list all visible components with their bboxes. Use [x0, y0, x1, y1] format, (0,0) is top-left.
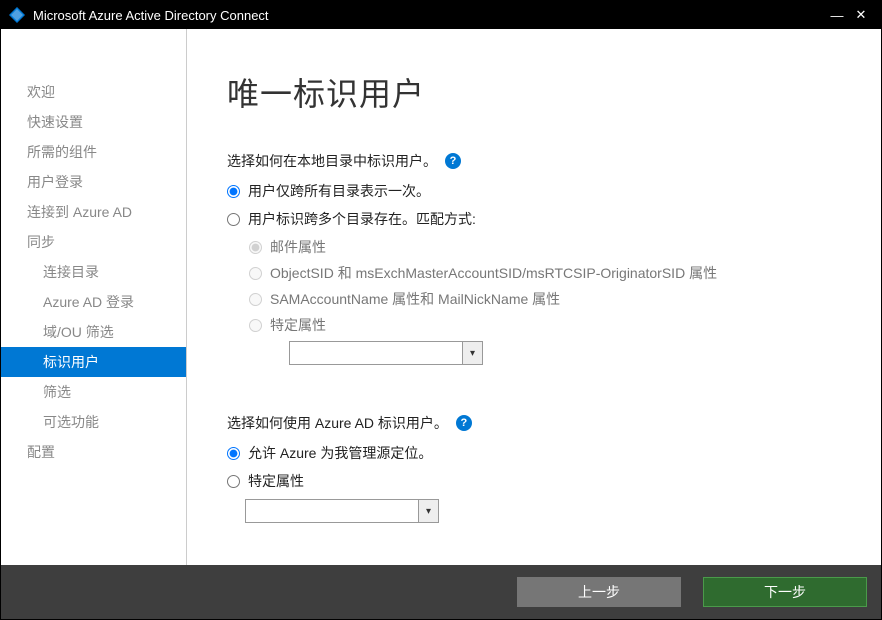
footer: 上一步 下一步	[1, 565, 881, 619]
radio-specific-attr-2[interactable]: 特定属性	[227, 471, 841, 491]
radio-mail-attr: 邮件属性	[249, 237, 841, 257]
radio-specific-attr-2-label: 特定属性	[248, 471, 304, 491]
help-icon[interactable]: ?	[445, 153, 461, 169]
nav-sync[interactable]: 同步	[1, 227, 186, 257]
window: Microsoft Azure Active Directory Connect…	[0, 0, 882, 620]
titlebar: Microsoft Azure Active Directory Connect…	[1, 1, 881, 29]
radio-allow-azure[interactable]: 允许 Azure 为我管理源定位。	[227, 443, 841, 463]
match-sub-options: 邮件属性 ObjectSID 和 msExchMasterAccountSID/…	[227, 237, 841, 365]
radio-samaccount-input	[249, 293, 262, 306]
radio-specific-attr-1-input	[249, 319, 262, 332]
body: 欢迎 快速设置 所需的组件 用户登录 连接到 Azure AD 同步 连接目录 …	[1, 29, 881, 565]
radio-users-multi[interactable]: 用户标识跨多个目录存在。匹配方式:	[227, 209, 841, 229]
sidebar: 欢迎 快速设置 所需的组件 用户登录 连接到 Azure AD 同步 连接目录 …	[1, 29, 187, 565]
radio-objectsid: ObjectSID 和 msExchMasterAccountSID/msRTC…	[249, 263, 841, 283]
chevron-down-icon: ▾	[418, 500, 438, 522]
nav-user-signin[interactable]: 用户登录	[1, 167, 186, 197]
section1-label: 选择如何在本地目录中标识用户。 ?	[227, 151, 841, 171]
radio-specific-attr-1: 特定属性	[249, 315, 841, 335]
section1-text: 选择如何在本地目录中标识用户。	[227, 151, 437, 171]
nav-configure[interactable]: 配置	[1, 437, 186, 467]
previous-button[interactable]: 上一步	[517, 577, 681, 607]
radio-objectsid-input	[249, 267, 262, 280]
nav-optional-features[interactable]: 可选功能	[1, 407, 186, 437]
radio-users-once-input[interactable]	[227, 185, 240, 198]
minimize-button[interactable]: —	[825, 8, 849, 23]
next-button[interactable]: 下一步	[703, 577, 867, 607]
nav-express[interactable]: 快速设置	[1, 107, 186, 137]
nav-filter[interactable]: 筛选	[1, 377, 186, 407]
nav-identify-users[interactable]: 标识用户	[1, 347, 186, 377]
section2-label: 选择如何使用 Azure AD 标识用户。 ?	[227, 413, 841, 433]
close-button[interactable]: ✕	[849, 7, 873, 23]
azure-logo-icon	[9, 7, 25, 23]
specific-attr-2-dropdown: ▾	[245, 499, 439, 523]
nav-azure-ad-signin[interactable]: Azure AD 登录	[1, 287, 186, 317]
radio-users-once-label: 用户仅跨所有目录表示一次。	[248, 181, 430, 201]
radio-objectsid-label: ObjectSID 和 msExchMasterAccountSID/msRTC…	[270, 263, 717, 283]
radio-mail-attr-label: 邮件属性	[270, 237, 326, 257]
radio-specific-attr-1-label: 特定属性	[270, 315, 326, 335]
radio-specific-attr-2-input[interactable]	[227, 475, 240, 488]
radio-mail-attr-input	[249, 241, 262, 254]
main-content: 唯一标识用户 选择如何在本地目录中标识用户。 ? 用户仅跨所有目录表示一次。 用…	[187, 29, 881, 565]
specific-attr-1-dropdown: ▾	[289, 341, 483, 365]
nav-connect-directories[interactable]: 连接目录	[1, 257, 186, 287]
chevron-down-icon: ▾	[462, 342, 482, 364]
page-heading: 唯一标识用户	[227, 69, 841, 115]
radio-allow-azure-label: 允许 Azure 为我管理源定位。	[248, 443, 432, 463]
nav-welcome[interactable]: 欢迎	[1, 77, 186, 107]
nav-connect-azure-ad[interactable]: 连接到 Azure AD	[1, 197, 186, 227]
window-title: Microsoft Azure Active Directory Connect	[33, 8, 825, 23]
help-icon[interactable]: ?	[456, 415, 472, 431]
radio-users-once[interactable]: 用户仅跨所有目录表示一次。	[227, 181, 841, 201]
radio-samaccount: SAMAccountName 属性和 MailNickName 属性	[249, 289, 841, 309]
section2-text: 选择如何使用 Azure AD 标识用户。	[227, 413, 448, 433]
radio-users-multi-input[interactable]	[227, 213, 240, 226]
radio-samaccount-label: SAMAccountName 属性和 MailNickName 属性	[270, 289, 560, 309]
radio-allow-azure-input[interactable]	[227, 447, 240, 460]
nav-domain-ou-filter[interactable]: 域/OU 筛选	[1, 317, 186, 347]
nav-components[interactable]: 所需的组件	[1, 137, 186, 167]
radio-users-multi-label: 用户标识跨多个目录存在。匹配方式:	[248, 209, 476, 229]
